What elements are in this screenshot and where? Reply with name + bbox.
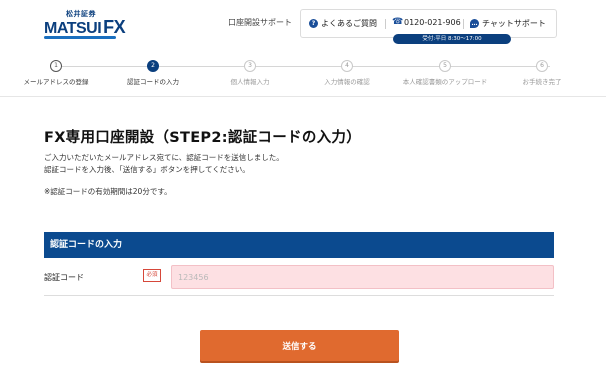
verification-code-input[interactable] [171,265,554,289]
step-label: 個人情報入力 [230,78,270,86]
section-header: 認証コードの入力 [44,232,554,258]
step-number: 5 [439,60,451,72]
phone-icon: ☎ [392,17,404,27]
step-number: 4 [341,60,353,72]
verification-code-label: 認証コード [44,273,84,282]
step-6: 6 お手続き完了 [492,60,592,86]
step-3: 3 個人情報入力 [200,60,300,86]
verification-code-row: 認証コード 必須 [44,258,554,296]
step-number: 6 [536,60,548,72]
step-number: 1 [50,60,62,72]
logo-swoosh [44,36,116,39]
instructions: ご入力いただいたメールアドレス宛てに、認証コードを送信しました。 認証コードを入… [44,152,284,176]
step-label: 本人確認書類のアップロード [402,78,488,86]
step-label: お手続き完了 [522,78,562,86]
expiry-note: ※認証コードの有効期間は20分です。 [44,187,172,196]
faq-link[interactable]: ? よくあるご質問 [309,18,377,29]
step-2: 2 認証コードの入力 [103,60,203,86]
chat-support-link[interactable]: … チャットサポート [470,18,546,29]
step-number: 3 [244,60,256,72]
progress-steps: 1 メールアドレスの登録 2 認証コードの入力 3 個人情報入力 4 入力情報の… [0,56,606,96]
matsui-fx-logo[interactable]: 松井証券 MATSUI FX [44,9,126,39]
instruction-line: 認証コードを入力後、「送信する」ボタンを押してください。 [44,165,250,174]
divider [463,19,464,29]
phone-link[interactable]: ☎ 0120-021-906 [392,17,461,28]
faq-label: よくあるご質問 [321,19,377,28]
instruction-line: ご入力いただいたメールアドレス宛てに、認証コードを送信しました。 [44,153,284,162]
logo-wordmark: MATSUI FX [44,17,126,38]
phone-number: 0120-021-906 [404,18,461,27]
account-support-label: 口座開設サポート [228,18,292,27]
step-4: 4 入力情報の確認 [297,60,397,86]
step-label: 認証コードの入力 [127,78,179,86]
submit-button[interactable]: 送信する [200,330,399,361]
divider [0,96,606,97]
logo-product-suffix: FX [103,17,126,37]
step-number: 2 [147,60,159,72]
chat-bubble-icon: … [470,19,479,28]
chat-label: チャットサポート [482,19,546,28]
page-title: FX専用口座開設（STEP2:認証コードの入力） [44,130,362,146]
required-badge: 必須 [143,269,161,282]
step-label: メールアドレスの登録 [23,78,89,86]
step-5: 5 本人確認書類のアップロード [395,60,495,86]
logo-product-name: MATSUI [44,20,102,37]
step-1: 1 メールアドレスの登録 [6,60,106,86]
divider [385,19,386,29]
step-label: 入力情報の確認 [324,78,370,86]
question-icon: ? [309,19,318,28]
site-header: 松井証券 MATSUI FX 口座開設サポート ? よくあるご質問 ☎ 0120-… [0,0,606,50]
support-hours-badge: 受付:平日 8:30〜17:00 [393,34,511,44]
